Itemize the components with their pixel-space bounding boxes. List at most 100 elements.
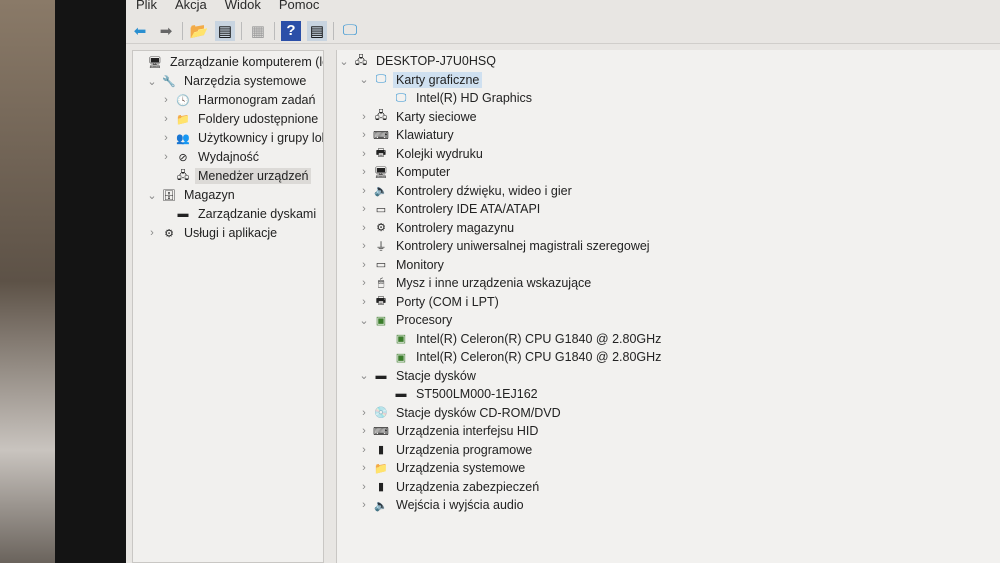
disk-drive-icon: ▬ <box>395 388 407 400</box>
chevron-down-icon[interactable]: ⌄ <box>145 189 159 202</box>
tree-item[interactable]: › ⚙ Kontrolery magazynu <box>357 219 517 237</box>
chevron-right-icon[interactable]: › <box>357 111 371 123</box>
chevron-right-icon[interactable]: › <box>159 151 173 163</box>
tree-item[interactable]: 🖥 Zarządzanie komputerem (lokalne) <box>133 53 323 71</box>
tree-item[interactable]: 🖧 Menedżer urządzeń <box>159 167 312 185</box>
tree-item[interactable]: ▣ Intel(R) Celeron(R) CPU G1840 @ 2.80GHz <box>377 348 664 366</box>
tree-item[interactable]: › ⊘ Wydajność <box>159 148 262 166</box>
up-folder-icon[interactable]: 📂 <box>189 21 209 41</box>
chevron-right-icon[interactable]: › <box>357 148 371 160</box>
tree-item[interactable]: › ▮ Urządzenia programowe <box>357 441 535 459</box>
tree-item[interactable]: ⌄ 🖧 DESKTOP-J7U0HSQ <box>337 52 499 70</box>
chevron-down-icon[interactable]: ⌄ <box>357 314 371 327</box>
tree-item-label: Zarządzanie dyskami <box>198 207 317 221</box>
tree-item[interactable]: › 🔈 Kontrolery dźwięku, wideo i gier <box>357 182 575 200</box>
tree-item[interactable]: ⌄ 🔧 Narzędzia systemowe <box>145 72 309 90</box>
tree-item[interactable]: ⌄ 🗄 Magazyn <box>145 186 238 204</box>
tree-item[interactable]: › 🖶 Porty (COM i LPT) <box>357 293 502 311</box>
tree-item[interactable]: ⌄ ▬ Stacje dysków <box>357 367 479 385</box>
tree-item-label: Monitory <box>396 257 444 272</box>
chevron-down-icon[interactable]: ⌄ <box>145 75 159 88</box>
computer-management-icon: 🖥 <box>148 56 162 69</box>
tree-item[interactable]: › 🖶 Kolejki wydruku <box>357 145 486 163</box>
tree-item-label: Wydajność <box>198 150 260 164</box>
chevron-right-icon[interactable]: › <box>159 132 173 144</box>
mouse-icon: 🖱 <box>377 276 385 289</box>
navigation-tree: 🖥Zarządzanie komputerem (lokalne)⌄🔧Narzę… <box>132 50 324 563</box>
properties-icon[interactable]: ▦ <box>248 21 268 41</box>
chevron-right-icon[interactable]: › <box>357 259 371 271</box>
chevron-right-icon[interactable]: › <box>357 129 371 141</box>
tree-item[interactable]: ▬ ST500LM000-1EJ162 <box>377 385 541 403</box>
chevron-right-icon[interactable]: › <box>357 185 371 197</box>
action-pane-icon[interactable]: ▤ <box>307 20 327 41</box>
chevron-right-icon[interactable]: › <box>357 444 371 456</box>
chevron-right-icon[interactable]: › <box>145 227 159 239</box>
clock-icon: 🕓 <box>176 94 190 107</box>
chevron-right-icon[interactable]: › <box>159 94 173 106</box>
toolbar-separator <box>274 21 275 40</box>
chevron-right-icon[interactable]: › <box>159 113 173 125</box>
tree-item[interactable]: ⌄ 🖵 Karty graficzne <box>357 71 483 89</box>
tree-item-label: Klawiatury <box>396 128 454 142</box>
chevron-right-icon[interactable]: › <box>357 499 371 511</box>
tree-item[interactable]: › 📁 Urządzenia systemowe <box>357 459 528 477</box>
chevron-right-icon[interactable]: › <box>357 462 371 474</box>
forward-icon[interactable]: ➡ <box>156 21 176 41</box>
tree-item[interactable]: 🖵 Intel(R) HD Graphics <box>377 89 535 107</box>
tree-item[interactable]: › ⌨ Klawiatury <box>357 126 457 144</box>
tree-item[interactable]: › ▮ Urządzenia zabezpieczeń <box>357 478 542 496</box>
tree-item[interactable]: › 🖥 Komputer <box>357 163 453 181</box>
chevron-right-icon[interactable]: › <box>357 166 371 178</box>
monitor-icon: ▭ <box>375 259 387 271</box>
tree-item[interactable]: › ⏚ Kontrolery uniwersalnej magistrali sze… <box>357 237 653 255</box>
chevron-right-icon[interactable]: › <box>357 425 371 437</box>
chevron-down-icon[interactable]: ⌄ <box>357 73 371 86</box>
tree-item-label: Usługi i aplikacje <box>184 226 278 240</box>
performance-icon: ⊘ <box>178 151 188 164</box>
menu-view[interactable]: Widok <box>225 0 261 16</box>
tree-item[interactable]: › 💿 Stacje dysków CD-ROM/DVD <box>357 404 564 422</box>
network-icon: 🖧 <box>374 110 388 122</box>
tree-item[interactable]: ⌄ ▣ Procesory <box>357 311 455 329</box>
back-icon[interactable]: ⬅ <box>130 21 150 41</box>
tree-item[interactable]: ▣ Intel(R) Celeron(R) CPU G1840 @ 2.80GHz <box>377 330 664 348</box>
processor-icon: ▣ <box>375 314 387 327</box>
port-icon: 🖶 <box>375 295 387 307</box>
chevron-right-icon[interactable]: › <box>357 296 371 308</box>
monitor-icon[interactable]: 🖵 <box>340 21 360 41</box>
tree-item[interactable]: › ▭ Kontrolery IDE ATA/ATAPI <box>357 200 543 218</box>
tree-item[interactable]: › ⚙ Usługi i aplikacje <box>145 224 280 242</box>
tree-item[interactable]: › 🔈 Wejścia i wyjścia audio <box>357 496 527 514</box>
show-hide-tree-icon[interactable]: ▤ <box>215 20 235 41</box>
tree-item[interactable]: › ▭ Monitory <box>357 256 447 274</box>
tree-item[interactable]: › 📁 Foldery udostępnione <box>159 110 321 128</box>
menu-action[interactable]: Akcja <box>175 0 207 16</box>
hid-icon: ⌨ <box>373 425 389 438</box>
tree-item[interactable]: › 🖱 Mysz i inne urządzenia wskazujące <box>357 274 594 292</box>
chevron-right-icon[interactable]: › <box>357 407 371 419</box>
tree-item[interactable]: ›👥 Użytkownicy i grupy lokalne <box>159 129 323 147</box>
shared-folder-icon: 📁 <box>176 113 190 126</box>
storage-controller-icon: ⚙ <box>376 222 386 234</box>
chevron-down-icon[interactable]: ⌄ <box>337 55 351 68</box>
tree-item-label: Intel(R) Celeron(R) CPU G1840 @ 2.80GHz <box>416 350 662 364</box>
tree-item[interactable]: › ⌨ Urządzenia interfejsu HID <box>357 422 541 440</box>
chevron-right-icon[interactable]: › <box>357 203 371 215</box>
tree-item[interactable]: › 🖧 Karty sieciowe <box>357 108 480 126</box>
chevron-right-icon[interactable]: › <box>357 240 371 252</box>
tree-item-label: Urządzenia programowe <box>396 442 533 457</box>
chevron-right-icon[interactable]: › <box>357 222 371 234</box>
services-icon: ⚙ <box>164 227 174 240</box>
tree-item[interactable]: › 🕓 Harmonogram zadań <box>159 91 318 109</box>
tree-item[interactable]: ▬ Zarządzanie dyskami <box>159 205 319 223</box>
menu-file[interactable]: Plik <box>136 0 157 16</box>
help-icon[interactable]: ? <box>281 20 301 41</box>
chevron-right-icon[interactable]: › <box>357 277 371 289</box>
tree-item-label: DESKTOP-J7U0HSQ <box>376 54 496 68</box>
chevron-down-icon[interactable]: ⌄ <box>357 369 371 382</box>
tree-item-label: Stacje dysków CD-ROM/DVD <box>396 405 561 420</box>
menu-help[interactable]: Pomoc <box>279 0 319 16</box>
chevron-right-icon[interactable]: › <box>357 481 371 493</box>
printer-icon: 🖶 <box>375 147 387 159</box>
